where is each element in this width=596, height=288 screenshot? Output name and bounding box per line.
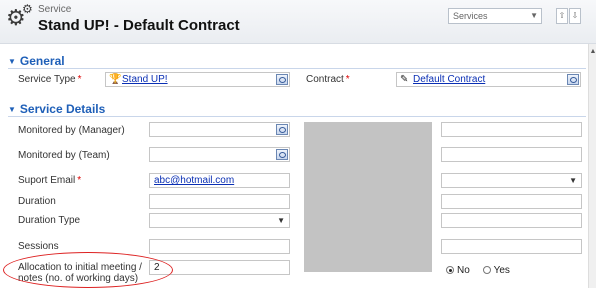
monitored-team-lookup[interactable] <box>149 147 290 162</box>
support-email-value[interactable]: abc@hotmail.com <box>154 175 234 186</box>
monitored-manager-label: Monitored by (Manager) <box>18 125 125 136</box>
collapse-triangle-icon: ▼ <box>8 105 16 114</box>
required-indicator: * <box>77 175 82 186</box>
form-selector-dropdown[interactable]: Services ▼ <box>448 8 542 24</box>
radio-no-label[interactable]: No <box>457 265 470 276</box>
lookup-icon[interactable] <box>276 124 288 135</box>
support-email-label: Suport Email * <box>18 175 82 186</box>
lookup-icon[interactable] <box>276 74 288 85</box>
right-select-1[interactable]: ▼ <box>441 173 582 188</box>
section-details-header[interactable]: ▼ Service Details <box>8 102 105 116</box>
duration-label: Duration <box>18 196 56 207</box>
entity-type-label: Service <box>38 4 72 15</box>
monitored-manager-lookup[interactable] <box>149 122 290 137</box>
chevron-down-icon: ▼ <box>530 11 538 20</box>
required-indicator: * <box>345 74 350 85</box>
right-field-3[interactable] <box>441 194 582 209</box>
form-selector-value: Services <box>453 11 488 21</box>
previous-record-button[interactable]: ⇧ <box>556 8 568 24</box>
chevron-down-icon: ▼ <box>569 176 577 185</box>
scroll-up-arrow-icon[interactable]: ▲ <box>589 48 596 55</box>
contract-lookup[interactable]: ✎ Default Contract <box>396 72 581 87</box>
lookup-icon[interactable] <box>276 149 288 160</box>
section-general-title: General <box>19 54 65 68</box>
required-indicator: * <box>77 74 82 85</box>
radio-no[interactable] <box>446 266 454 274</box>
section-general-header[interactable]: ▼ General <box>8 54 65 68</box>
vertical-scrollbar[interactable]: ▲ <box>588 44 596 288</box>
support-email-field[interactable]: abc@hotmail.com <box>149 173 290 188</box>
contract-value[interactable]: Default Contract <box>413 74 485 85</box>
radio-yes-label[interactable]: Yes <box>494 265 510 276</box>
service-type-value[interactable]: Stand UP! <box>122 74 168 85</box>
chevron-down-icon: ▼ <box>277 216 285 225</box>
right-field-1[interactable] <box>441 122 582 137</box>
annotation-highlight-ellipse <box>3 252 173 288</box>
sessions-label: Sessions <box>18 241 59 252</box>
monitored-team-label: Monitored by (Team) <box>18 150 110 161</box>
section-divider <box>8 68 586 69</box>
duration-field[interactable] <box>149 194 290 209</box>
record-title: Stand UP! - Default Contract <box>38 17 240 34</box>
yes-no-radio-group: No Yes <box>446 265 520 276</box>
right-field-5[interactable] <box>441 239 582 254</box>
section-divider <box>8 116 586 117</box>
next-record-button[interactable]: ⇩ <box>569 8 581 24</box>
lookup-icon[interactable] <box>567 74 579 85</box>
service-type-lookup[interactable]: 🏆 Stand UP! <box>105 72 290 87</box>
collapse-triangle-icon: ▼ <box>8 57 16 66</box>
entity-type-icon: 🏆 <box>109 74 122 85</box>
record-header: ⚙ ⚙ Service Stand UP! - Default Contract… <box>0 0 596 44</box>
sessions-field[interactable] <box>149 239 290 254</box>
section-details-title: Service Details <box>19 102 106 116</box>
duration-type-label: Duration Type <box>18 215 81 226</box>
service-type-label: Service Type * <box>18 74 82 85</box>
contract-entity-icon: ✎ <box>400 74 409 85</box>
duration-type-select[interactable]: ▼ <box>149 213 290 228</box>
right-field-4[interactable] <box>441 213 582 228</box>
gear-small-icon: ⚙ <box>22 2 33 16</box>
radio-yes[interactable] <box>482 266 491 274</box>
image-placeholder <box>304 122 432 272</box>
right-field-2[interactable] <box>441 147 582 162</box>
contract-label: Contract * <box>306 74 350 85</box>
